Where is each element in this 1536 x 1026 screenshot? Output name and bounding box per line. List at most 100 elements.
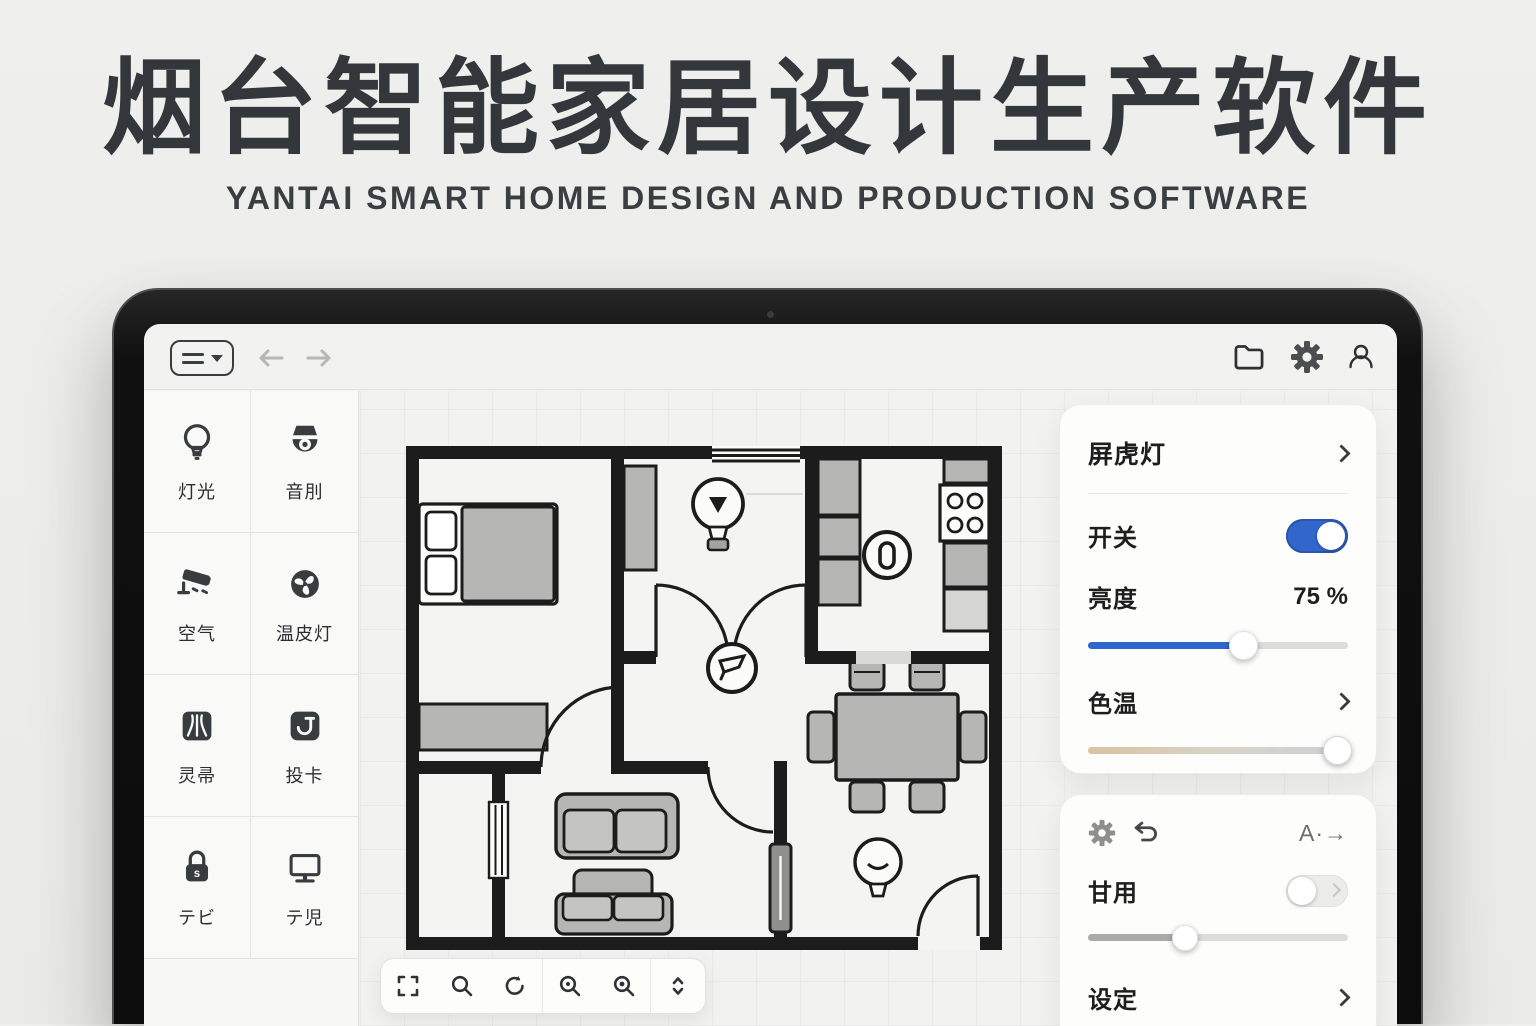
switch-label: 开关	[1088, 525, 1138, 552]
camera-dot	[767, 311, 774, 318]
chevron-down-icon	[210, 354, 223, 362]
chair	[848, 780, 886, 814]
back-button[interactable]	[254, 346, 288, 370]
svg-text:s: s	[194, 868, 200, 880]
sidebar-item-label: 灯光	[178, 482, 216, 502]
dining-table	[834, 692, 960, 782]
chevron-right-icon[interactable]	[1332, 988, 1351, 1007]
sliding-door	[768, 842, 793, 934]
toggle-knob	[1317, 521, 1345, 550]
vent	[712, 446, 800, 463]
dresser	[417, 702, 549, 752]
sidebar-item-label: テビ	[178, 908, 216, 928]
device-badge-kitchen	[862, 530, 912, 580]
expand-vertical-icon	[672, 977, 684, 995]
sidebar-item-air[interactable]: 空气	[144, 533, 251, 675]
auto-mode-label[interactable]: A·→	[1299, 820, 1348, 847]
menu-button[interactable]	[170, 340, 234, 376]
settings-slider[interactable]	[1088, 922, 1348, 952]
brightness-label: 亮度	[1088, 586, 1138, 613]
chair	[848, 658, 886, 692]
device-card-title: 屏虎灯	[1088, 441, 1167, 469]
chair	[908, 658, 946, 692]
zoom-toolbar	[380, 958, 706, 1014]
color-temp-knob[interactable]	[1322, 736, 1352, 765]
kitchen-doorway-sill	[856, 651, 911, 664]
color-temp-slider[interactable]	[1088, 735, 1352, 765]
floor-plan[interactable]	[406, 446, 1002, 950]
sidebar-item-lighting[interactable]: 灯光	[144, 391, 251, 533]
brightness-knob[interactable]	[1229, 631, 1258, 660]
divider	[1088, 493, 1348, 494]
hero-header: 烟台智能家居设计生产软件 YANTAI SMART HOME DESIGN AN…	[0, 0, 1536, 217]
power-toggle[interactable]	[1286, 518, 1348, 553]
cabinet	[622, 464, 658, 572]
page-title: 烟台智能家居设计生产软件	[101, 51, 1434, 167]
sidebar-item-tv[interactable]: テ児	[251, 817, 358, 959]
sidebar-item-fan[interactable]: 温皮灯	[251, 533, 358, 675]
bed-blanket	[460, 505, 556, 603]
enable-label: 甘用	[1088, 880, 1138, 907]
search-icon	[451, 975, 472, 997]
chair	[958, 710, 988, 764]
zoom-in-button[interactable]	[543, 959, 597, 1013]
enable-toggle[interactable]	[1286, 874, 1348, 907]
chevron-right-icon[interactable]	[1332, 443, 1351, 463]
chair	[806, 710, 836, 764]
sidebar-item-curtain[interactable]: 灵帚	[144, 675, 251, 817]
settings-button[interactable]	[1290, 340, 1324, 374]
hamburger-icon	[181, 352, 204, 364]
sidebar-item-label: 空气	[178, 624, 216, 644]
kitchen-cabinet	[816, 557, 862, 607]
settings-label: 设定	[1088, 987, 1138, 1014]
forward-button[interactable]	[302, 346, 336, 370]
laptop-frame: 灯光 音刖 空气 温皮灯 灵帚 投卡 s テビ テ児 屏虎灯 开关 亮度 75 …	[112, 288, 1423, 1026]
fit-screen-icon	[397, 975, 419, 997]
dome-camera-icon	[292, 425, 317, 452]
sofa-cushion	[562, 808, 616, 854]
rotate-icon	[505, 975, 524, 995]
rotate-button[interactable]	[488, 959, 542, 1013]
gear-icon[interactable]	[1088, 819, 1116, 847]
expand-vertical-button[interactable]	[651, 959, 705, 1013]
toggle-knob	[1288, 876, 1316, 905]
light-bulb-icon	[183, 424, 211, 460]
brightness-slider[interactable]	[1088, 630, 1348, 660]
search-button[interactable]	[435, 959, 489, 1013]
chevron-right-icon[interactable]	[1332, 692, 1351, 711]
folder-button[interactable]	[1232, 340, 1266, 374]
device-badge-hallway	[706, 642, 758, 694]
undo-icon[interactable]	[1132, 820, 1160, 846]
profile-button[interactable]	[1344, 340, 1378, 374]
settings-card: A·→ 甘用 设定	[1059, 794, 1377, 1026]
sidebar-item-speaker[interactable]: 音刖	[251, 391, 358, 533]
fit-screen-button[interactable]	[381, 959, 435, 1013]
security-camera-icon	[177, 569, 211, 595]
zoom-in-icon	[559, 975, 581, 997]
brightness-fill	[1088, 642, 1244, 649]
zoom-out-button[interactable]	[597, 959, 651, 1013]
sofa-cushion	[614, 808, 668, 854]
kitchen-counter	[942, 457, 991, 485]
app-screen: 灯光 音刖 空气 温皮灯 灵帚 投卡 s テビ テ児 屏虎灯 开关 亮度 75 …	[144, 324, 1397, 1026]
color-temp-label: 色温	[1088, 691, 1138, 718]
kitchen-cabinet	[816, 515, 862, 559]
pillow	[424, 554, 458, 596]
pillow	[424, 510, 458, 552]
padlock-icon: s	[185, 850, 209, 882]
sidebar: 灯光 音刖 空气 温皮灯 灵帚 投卡 s テビ テ児	[144, 391, 359, 1026]
kitchen-counter	[942, 587, 991, 633]
settings-knob[interactable]	[1171, 924, 1198, 951]
topbar	[144, 324, 1397, 390]
gear-icon	[1291, 341, 1323, 373]
folder-icon	[1234, 345, 1264, 370]
device-control-card: 屏虎灯 开关 亮度 75 % 色温	[1059, 404, 1377, 774]
sidebar-item-label: 投卡	[285, 766, 324, 786]
sidebar-item-hook[interactable]: 投卡	[251, 675, 358, 817]
window	[487, 800, 510, 880]
page-subtitle: YANTAI SMART HOME DESIGN AND PRODUCTION …	[225, 180, 1311, 217]
sidebar-item-lock[interactable]: s テビ	[144, 817, 251, 959]
entry-door-gap	[918, 937, 980, 950]
arrow-right-icon	[306, 349, 331, 367]
sofa-cushion	[561, 894, 614, 922]
